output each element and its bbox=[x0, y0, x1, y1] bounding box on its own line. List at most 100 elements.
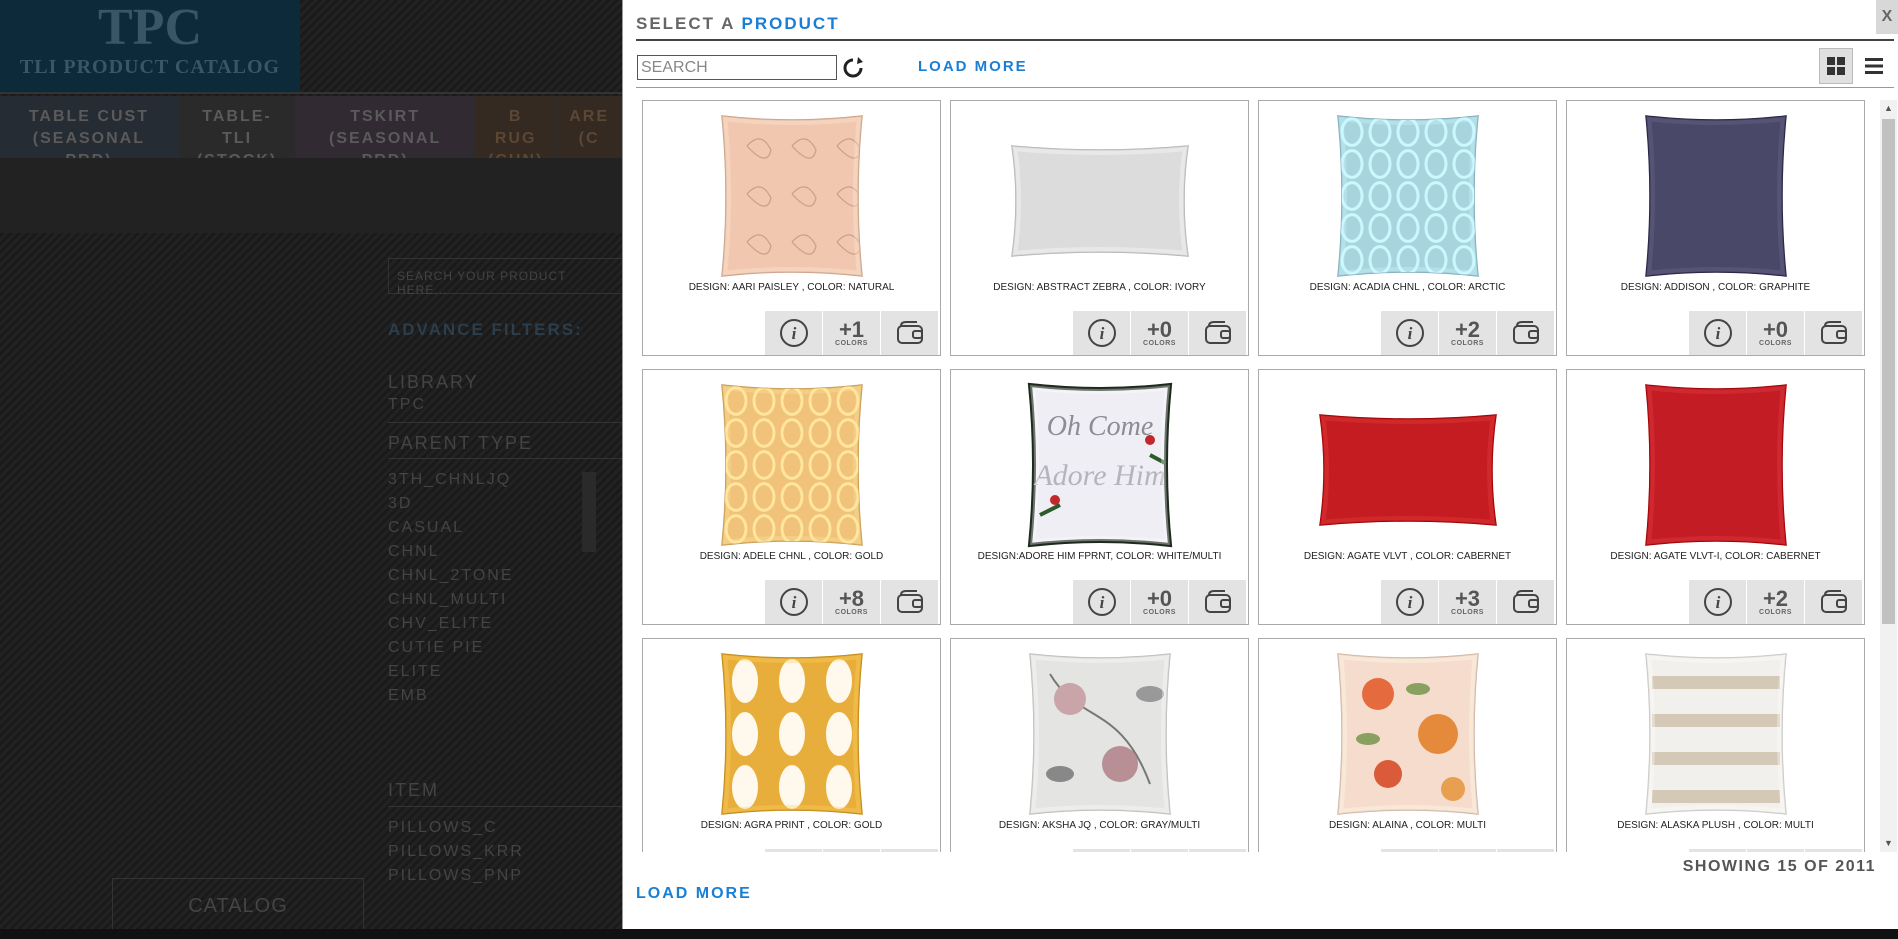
wallet-button[interactable] bbox=[1496, 311, 1554, 355]
top-divider bbox=[0, 92, 622, 94]
info-button[interactable]: i bbox=[1688, 849, 1746, 852]
card-actions: i +3 COLORS bbox=[1380, 580, 1556, 624]
product-image bbox=[1616, 375, 1816, 555]
product-label: DESIGN:ADORE HIM FPRNT, COLOR: WHITE/MUL… bbox=[977, 551, 1222, 562]
colors-count[interactable]: +2 COLORS bbox=[1746, 580, 1804, 624]
wallet-button[interactable] bbox=[1804, 849, 1862, 852]
wallet-button[interactable] bbox=[880, 849, 938, 852]
wallet-button[interactable] bbox=[1496, 580, 1554, 624]
info-button[interactable]: i bbox=[1072, 849, 1130, 852]
product-card[interactable]: DESIGN: ALASKA PLUSH , COLOR: MULTI i CO… bbox=[1566, 638, 1865, 852]
wallet-button[interactable] bbox=[1188, 580, 1246, 624]
background-search-input: SEARCH YOUR PRODUCT HERE... bbox=[388, 258, 622, 297]
tab-b-rug: B RUG(CHN) bbox=[475, 96, 558, 169]
logo-text: TPC bbox=[98, 0, 202, 56]
product-card[interactable]: DESIGN: AARI PAISLEY , COLOR: NATURAL i … bbox=[642, 100, 941, 356]
product-card[interactable]: DESIGN: AGATE VLVT , COLOR: CABERNET i +… bbox=[1258, 369, 1557, 625]
info-button[interactable]: i bbox=[1072, 580, 1130, 624]
card-actions: i +8 COLORS bbox=[764, 580, 940, 624]
catalog-button: CATALOG bbox=[112, 878, 364, 934]
product-label: DESIGN: AGATE VLVT , COLOR: CABERNET bbox=[1303, 551, 1512, 562]
divider bbox=[388, 422, 622, 423]
product-image bbox=[1616, 106, 1816, 286]
modal-title: SELECT A PRODUCT bbox=[636, 14, 840, 34]
colors-count-value: +0 bbox=[1146, 585, 1173, 611]
product-card[interactable]: DESIGN: AKSHA JQ , COLOR: GRAY/MULTI i C… bbox=[950, 638, 1249, 852]
product-label: DESIGN: AGRA PRINT , COLOR: GOLD bbox=[700, 820, 883, 831]
scroll-thumb[interactable] bbox=[1882, 119, 1895, 624]
colors-count[interactable]: +0 COLORS bbox=[1130, 311, 1188, 355]
close-button[interactable]: X bbox=[1876, 0, 1898, 34]
svg-text:Oh Come: Oh Come bbox=[1046, 411, 1153, 442]
colors-count[interactable]: +0 COLORS bbox=[1130, 580, 1188, 624]
colors-count[interactable]: +1 COLORS bbox=[822, 311, 880, 355]
colors-count-value: +3 bbox=[1454, 585, 1481, 611]
wallet-button[interactable] bbox=[1188, 311, 1246, 355]
svg-text:i: i bbox=[791, 324, 796, 343]
wallet-button[interactable] bbox=[1496, 849, 1554, 852]
product-card[interactable]: DESIGN: AGATE VLVT-I, COLOR: CABERNET i … bbox=[1566, 369, 1865, 625]
list-item: PILLOWS_KRR bbox=[388, 843, 524, 860]
product-card[interactable]: DESIGN: ACADIA CHNL , COLOR: ARCTIC i +2… bbox=[1258, 100, 1557, 356]
info-icon: i bbox=[1087, 319, 1116, 347]
item-label: ITEM bbox=[388, 780, 439, 800]
background-scrollbar bbox=[582, 472, 596, 552]
card-actions: i +0 COLORS bbox=[1072, 311, 1248, 355]
colors-count[interactable]: COLORS bbox=[1746, 849, 1804, 852]
category-tabs: TABLE CUST(SEASONAL PRD) TABLE-TLI(STOCK… bbox=[0, 96, 622, 169]
product-card[interactable]: DESIGN: ABSTRACT ZEBRA , COLOR: IVORY i … bbox=[950, 100, 1249, 356]
info-button[interactable]: i bbox=[1380, 311, 1438, 355]
info-button[interactable]: i bbox=[1688, 311, 1746, 355]
product-label: DESIGN: ADDISON , COLOR: GRAPHITE bbox=[1620, 282, 1811, 293]
info-button[interactable]: i bbox=[764, 849, 822, 852]
colors-count[interactable]: +3 COLORS bbox=[1438, 580, 1496, 624]
colors-count[interactable]: COLORS bbox=[822, 849, 880, 852]
product-image bbox=[692, 375, 892, 555]
wallet-button[interactable] bbox=[1804, 311, 1862, 355]
info-button[interactable]: i bbox=[764, 311, 822, 355]
info-button[interactable]: i bbox=[1072, 311, 1130, 355]
scroll-up-arrow[interactable]: ▲ bbox=[1880, 100, 1897, 117]
product-card[interactable]: Oh Come Adore Him DESIGN:ADORE HIM FPRNT,… bbox=[950, 369, 1249, 625]
wallet-button[interactable] bbox=[880, 580, 938, 624]
list-item: PILLOWS_C bbox=[388, 819, 498, 836]
title-accent: PRODUCT bbox=[741, 14, 840, 33]
colors-count[interactable]: +2 COLORS bbox=[1438, 311, 1496, 355]
refresh-icon[interactable] bbox=[841, 56, 865, 80]
scroll-down-arrow[interactable]: ▼ bbox=[1880, 835, 1897, 852]
colors-count[interactable]: +0 COLORS bbox=[1746, 311, 1804, 355]
wallet-button[interactable] bbox=[1188, 849, 1246, 852]
product-image bbox=[1308, 644, 1508, 824]
svg-text:Adore Him: Adore Him bbox=[1032, 459, 1165, 492]
grid-scrollbar[interactable]: ▲ ▼ bbox=[1880, 100, 1897, 852]
load-more-top-button[interactable]: LOAD MORE bbox=[918, 58, 1028, 75]
info-button[interactable]: i bbox=[1688, 580, 1746, 624]
logo-subtitle: TLI PRODUCT CATALOG bbox=[19, 56, 281, 78]
product-card[interactable]: DESIGN: ADELE CHNL , COLOR: GOLD i +8 CO… bbox=[642, 369, 941, 625]
colors-count[interactable]: COLORS bbox=[1438, 849, 1496, 852]
card-actions: i +1 COLORS bbox=[764, 311, 940, 355]
product-card[interactable]: DESIGN: ADDISON , COLOR: GRAPHITE i +0 C… bbox=[1566, 100, 1865, 356]
product-card[interactable]: DESIGN: ALAINA , COLOR: MULTI i COLORS bbox=[1258, 638, 1557, 852]
product-card[interactable]: DESIGN: AGRA PRINT , COLOR: GOLD i COLOR… bbox=[642, 638, 941, 852]
colors-count[interactable]: +8 COLORS bbox=[822, 580, 880, 624]
grid-icon bbox=[1827, 57, 1845, 75]
svg-text:i: i bbox=[1715, 593, 1720, 612]
card-actions: i +0 COLORS bbox=[1688, 311, 1864, 355]
list-view-button[interactable] bbox=[1857, 48, 1891, 84]
info-button[interactable]: i bbox=[1380, 580, 1438, 624]
colors-count[interactable]: COLORS bbox=[1130, 849, 1188, 852]
background-app: TPC TLI PRODUCT CATALOG TABLE CUST (SEASO… bbox=[0, 0, 622, 939]
grid-view-button[interactable] bbox=[1819, 48, 1853, 84]
list-item: CHNL_MULTI bbox=[388, 591, 508, 608]
product-grid: DESIGN: AARI PAISLEY , COLOR: NATURAL i … bbox=[642, 100, 1874, 852]
search-input[interactable] bbox=[637, 55, 837, 80]
wallet-icon bbox=[1820, 590, 1847, 613]
wallet-button[interactable] bbox=[880, 311, 938, 355]
colors-label: COLORS bbox=[1143, 608, 1176, 616]
svg-text:i: i bbox=[1407, 324, 1412, 343]
load-more-bottom-button[interactable]: LOAD MORE bbox=[636, 885, 752, 903]
info-button[interactable]: i bbox=[764, 580, 822, 624]
wallet-button[interactable] bbox=[1804, 580, 1862, 624]
info-button[interactable]: i bbox=[1380, 849, 1438, 852]
